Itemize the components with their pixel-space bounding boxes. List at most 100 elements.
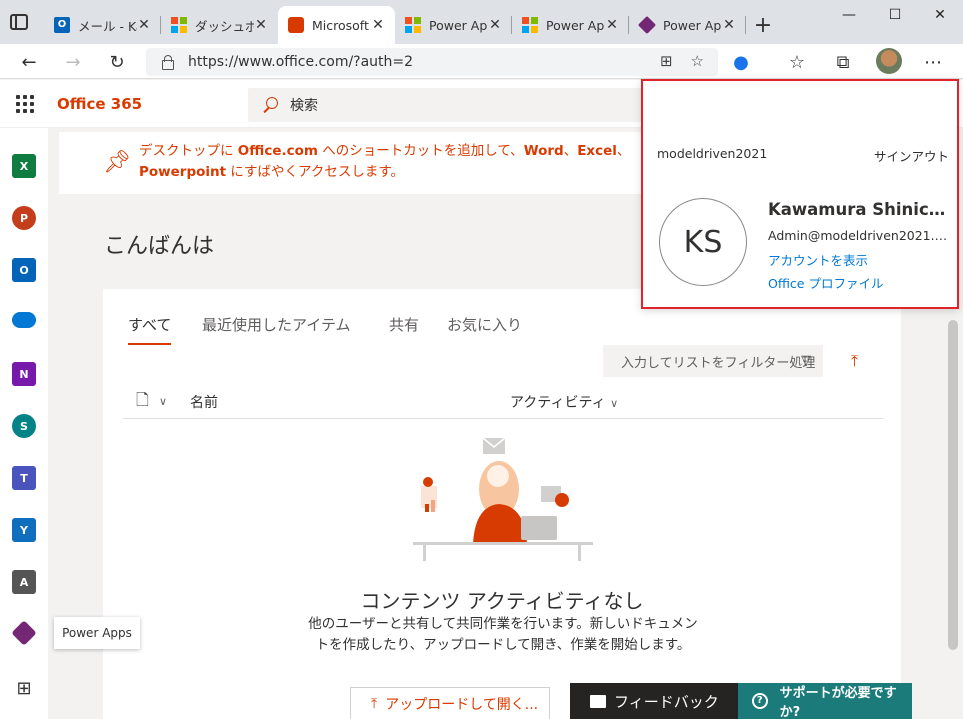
app-rail: X P O N S T Y A ⊞ xyxy=(0,128,48,719)
scrollbar-thumb[interactable] xyxy=(948,320,958,650)
column-activity[interactable]: アクティビティ ∨ xyxy=(510,392,618,412)
close-icon[interactable]: ✕ xyxy=(254,17,268,33)
close-icon[interactable]: ✕ xyxy=(605,17,619,33)
search-icon xyxy=(262,97,278,113)
browser-tab-strip: O メール - Ka ✕ ダッシュボー ✕ Microsoft ✕ Power … xyxy=(0,0,963,44)
column-name[interactable]: 名前 xyxy=(190,392,218,412)
browser-profile-avatar[interactable] xyxy=(876,48,902,74)
tab-list: O メール - Ka ✕ ダッシュボー ✕ Microsoft ✕ Power … xyxy=(44,6,780,44)
empty-state-title: コンテンツ アクティビティなし xyxy=(360,589,644,613)
browser-tab[interactable]: Power Ap ✕ xyxy=(629,6,746,44)
lock-icon[interactable] xyxy=(160,55,174,70)
support-button[interactable]: ? サポートが必要ですか? xyxy=(738,683,912,719)
microsoft-icon xyxy=(405,17,421,33)
all-apps-icon[interactable]: ⊞ xyxy=(12,676,36,700)
greeting-heading: こんばんは xyxy=(104,234,215,259)
search-placeholder: 検索 xyxy=(290,98,318,114)
tab-favorites[interactable]: お気に入り xyxy=(447,314,522,335)
filter-placeholder: 入力してリストをフィルター処理 xyxy=(621,355,816,371)
app-launcher-icon[interactable] xyxy=(16,95,34,113)
browser-tab[interactable]: Power Ap ✕ xyxy=(395,6,512,44)
tab-title: Power Ap xyxy=(546,17,605,33)
admin-icon[interactable]: A xyxy=(12,570,36,594)
account-email: Admin@modeldriven2021.onmicrosoft.com xyxy=(768,228,948,243)
office-profile-link[interactable]: Office プロファイル xyxy=(768,273,883,292)
tenant-name: modeldriven2021 xyxy=(657,146,768,161)
onenote-icon[interactable]: N xyxy=(12,362,36,386)
sort-icon[interactable]: ⤒ xyxy=(851,351,858,371)
collections-icon[interactable]: ⧉ xyxy=(830,49,856,75)
upload-label: アップロードして開く... xyxy=(385,696,539,713)
browser-tab-active[interactable]: Microsoft ✕ xyxy=(278,6,395,44)
tab-title: Microsoft xyxy=(312,17,369,33)
banner-text: デスクトップに Office.com へのショートカットを追加して、Word、E… xyxy=(139,143,631,180)
yammer-icon[interactable]: Y xyxy=(12,518,36,542)
new-tab-button[interactable]: + xyxy=(746,6,780,44)
more-icon[interactable]: ⋯ xyxy=(920,49,946,75)
browser-tab[interactable]: ダッシュボー ✕ xyxy=(161,6,278,44)
close-icon[interactable]: ✕ xyxy=(722,17,736,33)
tab-title: メール - Ka xyxy=(78,18,137,34)
tab-recent[interactable]: 最近使用したアイテム xyxy=(202,314,351,335)
url-text: https://www.office.com/?auth=2 xyxy=(188,54,414,70)
signout-link[interactable]: サインアウト xyxy=(874,146,949,165)
tab-actions-icon[interactable] xyxy=(10,14,28,30)
powerapps-icon[interactable] xyxy=(11,620,37,646)
filter-icon: ▽ xyxy=(801,353,811,368)
chevron-down-icon[interactable]: ∨ xyxy=(159,395,167,408)
support-label: サポートが必要ですか? xyxy=(779,686,897,719)
office-icon xyxy=(288,17,304,33)
powerapps-icon xyxy=(637,15,657,35)
empty-state-description: 他のユーザーと共有して共同作業を行います。新しいドキュメントを作成したり、アップ… xyxy=(308,616,698,653)
tab-shared[interactable]: 共有 xyxy=(389,314,419,335)
close-icon[interactable]: ✕ xyxy=(371,17,385,33)
shortcut-banner: 📌︎ デスクトップに Office.com へのショートカットを追加して、Wor… xyxy=(59,132,641,194)
add-favorite-icon[interactable]: ☆ xyxy=(691,52,704,70)
powerpoint-icon[interactable]: P xyxy=(12,206,36,230)
rail-tooltip: Power Apps xyxy=(54,617,140,649)
outlook-icon[interactable]: O xyxy=(12,258,36,282)
app-available-icon[interactable]: ⊞ xyxy=(660,52,673,70)
close-icon[interactable]: ✕ xyxy=(137,17,151,33)
back-icon[interactable]: ← xyxy=(16,49,42,75)
account-panel: modeldriven2021 サインアウト KS Kawamura Shini… xyxy=(641,79,959,309)
question-icon: ? xyxy=(752,693,768,709)
view-account-link[interactable]: アカウントを表示 xyxy=(768,250,868,269)
forward-icon[interactable]: → xyxy=(60,49,86,75)
extension-icon[interactable]: ● xyxy=(728,49,754,75)
feedback-icon xyxy=(590,694,606,708)
browser-toolbar: ← → ↻ https://www.office.com/?auth=2 ⊞ ☆… xyxy=(0,44,963,79)
tab-title: ダッシュボー xyxy=(195,18,254,34)
upload-icon: ⤒ xyxy=(371,695,378,712)
maximize-icon[interactable]: ☐ xyxy=(872,0,918,30)
microsoft-icon xyxy=(522,17,538,33)
tab-title: Power Ap xyxy=(663,17,722,33)
pin-icon: 📌︎ xyxy=(103,150,131,175)
brand-title[interactable]: Office 365 xyxy=(57,95,142,113)
microsoft-icon xyxy=(171,17,187,33)
filter-input[interactable]: 入力してリストをフィルター処理 ▽ xyxy=(603,345,823,377)
file-type-icon[interactable]: 🗋︎ xyxy=(136,389,149,416)
feedback-label: フィードバック xyxy=(614,692,719,711)
address-bar[interactable]: https://www.office.com/?auth=2 ⊞ ☆ xyxy=(146,48,718,76)
browser-tab[interactable]: Power Ap ✕ xyxy=(512,6,629,44)
onedrive-icon[interactable] xyxy=(12,312,36,328)
outlook-icon: O xyxy=(54,17,70,33)
minimize-icon[interactable]: — xyxy=(826,0,872,30)
browser-tab[interactable]: O メール - Ka ✕ xyxy=(44,6,161,44)
refresh-icon[interactable]: ↻ xyxy=(104,49,130,75)
account-avatar: KS xyxy=(659,198,747,286)
excel-icon[interactable]: X xyxy=(12,154,36,178)
sharepoint-icon[interactable]: S xyxy=(12,414,36,438)
account-display-name: Kawamura Shinichi xyxy=(768,200,946,219)
favorites-icon[interactable]: ☆ xyxy=(784,49,810,75)
content-card: すべて 最近使用したアイテム 共有 お気に入り 入力してリストをフィルター処理 … xyxy=(103,289,901,719)
close-icon[interactable]: ✕ xyxy=(488,17,502,33)
feedback-button[interactable]: フィードバック xyxy=(570,683,738,719)
empty-state-illustration xyxy=(413,437,593,561)
upload-open-button[interactable]: ⤒ アップロードして開く... xyxy=(350,687,550,719)
window-close-icon[interactable]: ✕ xyxy=(917,0,963,30)
tab-all[interactable]: すべて xyxy=(128,314,172,345)
divider xyxy=(123,418,883,419)
teams-icon[interactable]: T xyxy=(12,466,36,490)
